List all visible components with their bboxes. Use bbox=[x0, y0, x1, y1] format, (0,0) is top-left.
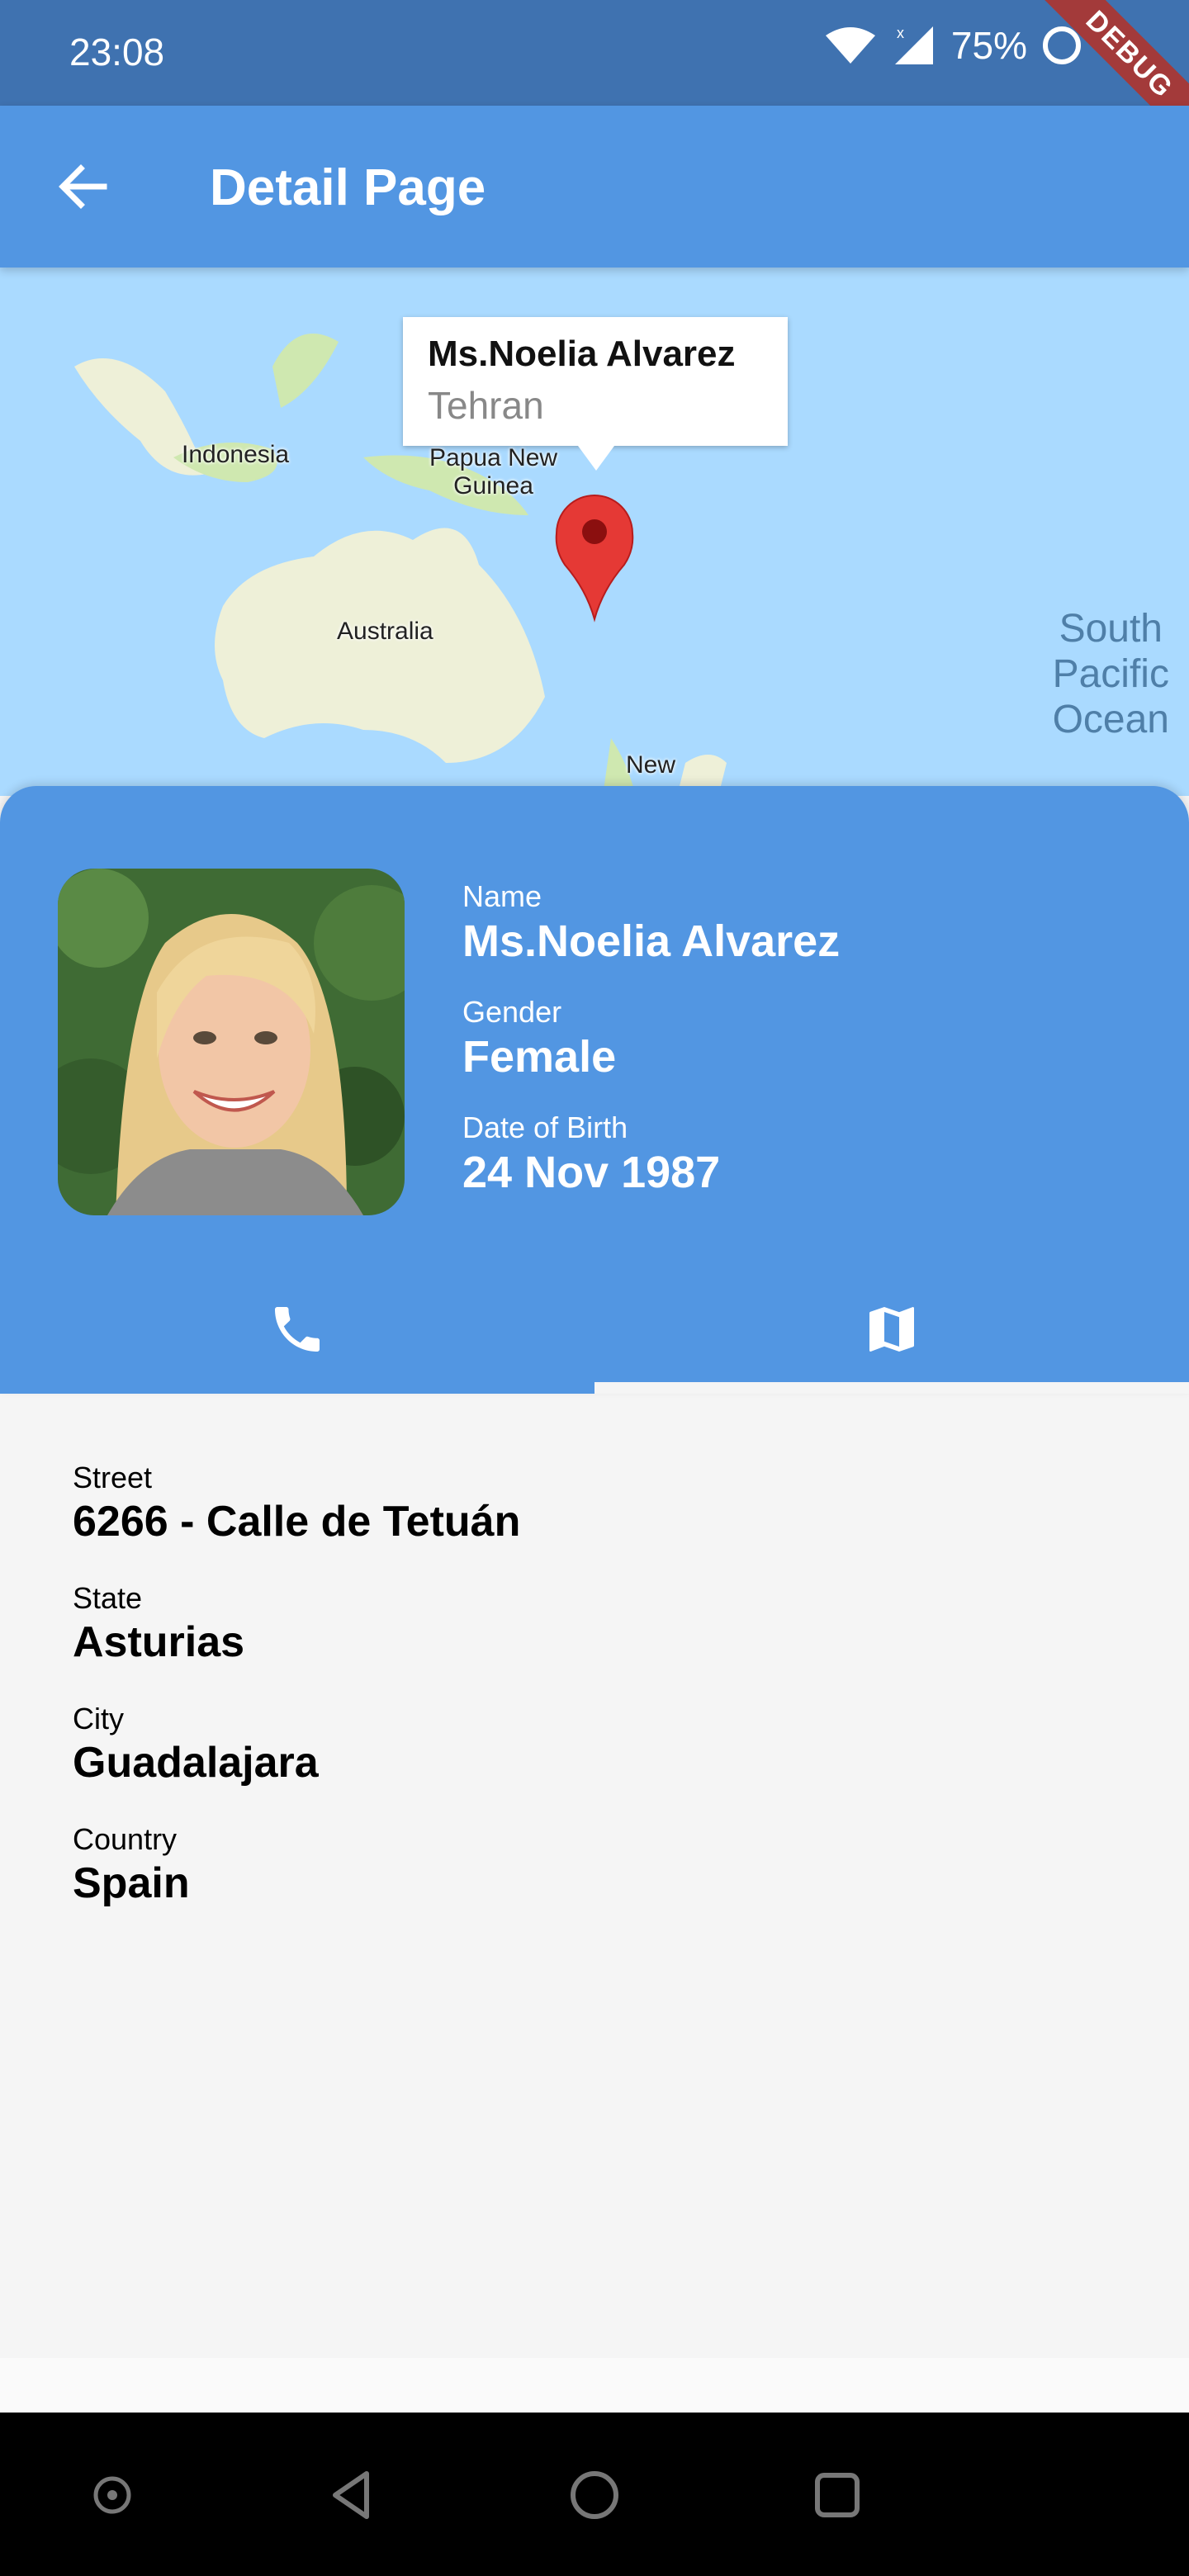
screen: 23:08 x 75% DEBUG Detail Page Indonesia … bbox=[0, 0, 1189, 2576]
phone-icon bbox=[275, 1307, 320, 1352]
back-button[interactable] bbox=[50, 154, 116, 220]
profile-fields: Name Ms.Noelia Alvarez Gender Female Dat… bbox=[462, 878, 840, 1225]
square-recents-icon bbox=[815, 2473, 860, 2517]
assistant-button[interactable] bbox=[79, 2462, 145, 2528]
map-label-new-zealand: New bbox=[626, 751, 676, 779]
wifi-icon bbox=[825, 27, 875, 64]
map-label-ocean-line2: Pacific bbox=[1052, 652, 1169, 697]
cell-signal-icon: x bbox=[894, 25, 933, 64]
map-label-ocean-line1: South bbox=[1059, 607, 1163, 651]
tab-bar bbox=[0, 1265, 1189, 1394]
dot-circle-icon bbox=[93, 2476, 131, 2514]
battery-percent: 75% bbox=[950, 24, 1027, 67]
avatar-photo bbox=[58, 869, 405, 1215]
profile-card: Name Ms.Noelia Alvarez Gender Female Dat… bbox=[0, 786, 1189, 1394]
address-details: Street 6266 - Calle de Tetuán State Astu… bbox=[73, 1460, 520, 1942]
gender-label: Gender bbox=[462, 995, 562, 1029]
map-label-ocean: South Pacific Ocean bbox=[1053, 606, 1169, 743]
street-value: 6266 - Calle de Tetuán bbox=[73, 1498, 521, 1546]
country-value: Spain bbox=[73, 1859, 190, 1907]
map-view[interactable]: Indonesia Papua New Guinea Australia New… bbox=[0, 268, 1189, 796]
system-nav-bar bbox=[0, 2413, 1189, 2576]
arrow-back-icon bbox=[59, 164, 107, 209]
map-pin-icon[interactable] bbox=[553, 490, 636, 623]
map-label-papua-line1: Papua New bbox=[429, 444, 558, 471]
status-time: 23:08 bbox=[69, 31, 165, 73]
name-label: Name bbox=[462, 879, 542, 913]
avatar bbox=[58, 869, 405, 1215]
marker-info-window[interactable]: Ms.Noelia Alvarez Tehran bbox=[403, 317, 788, 471]
city-value: Guadalajara bbox=[73, 1739, 319, 1787]
info-window-city: Tehran bbox=[428, 384, 544, 427]
tab-contact[interactable] bbox=[0, 1265, 594, 1394]
svg-text:x: x bbox=[897, 25, 904, 41]
state-value: Asturias bbox=[73, 1618, 245, 1666]
tab-indicator bbox=[594, 1382, 1189, 1394]
app-bar: Detail Page bbox=[0, 106, 1189, 268]
street-label: Street bbox=[73, 1461, 153, 1494]
map-label-indonesia: Indonesia bbox=[182, 441, 290, 468]
map-label-papua-line2: Guinea bbox=[453, 472, 533, 500]
circle-home-icon bbox=[571, 2471, 618, 2519]
city-label: City bbox=[73, 1702, 124, 1735]
map-label-papua: Papua New Guinea bbox=[429, 444, 557, 500]
page-title: Detail Page bbox=[210, 159, 486, 216]
status-icons: x 75% bbox=[824, 23, 1082, 68]
country-label: Country bbox=[73, 1822, 178, 1856]
map-label-ocean-line3: Ocean bbox=[1052, 698, 1169, 742]
tab-address[interactable] bbox=[594, 1265, 1189, 1394]
dob-value: 24 Nov 1987 bbox=[462, 1148, 721, 1197]
home-nav-button[interactable] bbox=[561, 2462, 628, 2528]
dob-label: Date of Birth bbox=[462, 1110, 628, 1144]
back-nav-button[interactable] bbox=[319, 2462, 385, 2528]
name-value: Ms.Noelia Alvarez bbox=[462, 916, 841, 966]
bottom-strip bbox=[0, 2358, 1189, 2413]
gender-value: Female bbox=[462, 1032, 617, 1082]
map-icon bbox=[869, 1307, 914, 1352]
status-bar: 23:08 x 75% DEBUG bbox=[0, 0, 1189, 146]
triangle-back-icon bbox=[333, 2471, 369, 2519]
map-label-australia: Australia bbox=[337, 618, 433, 645]
info-window-name: Ms.Noelia Alvarez bbox=[428, 334, 736, 374]
recents-nav-button[interactable] bbox=[804, 2462, 870, 2528]
state-label: State bbox=[73, 1581, 143, 1615]
